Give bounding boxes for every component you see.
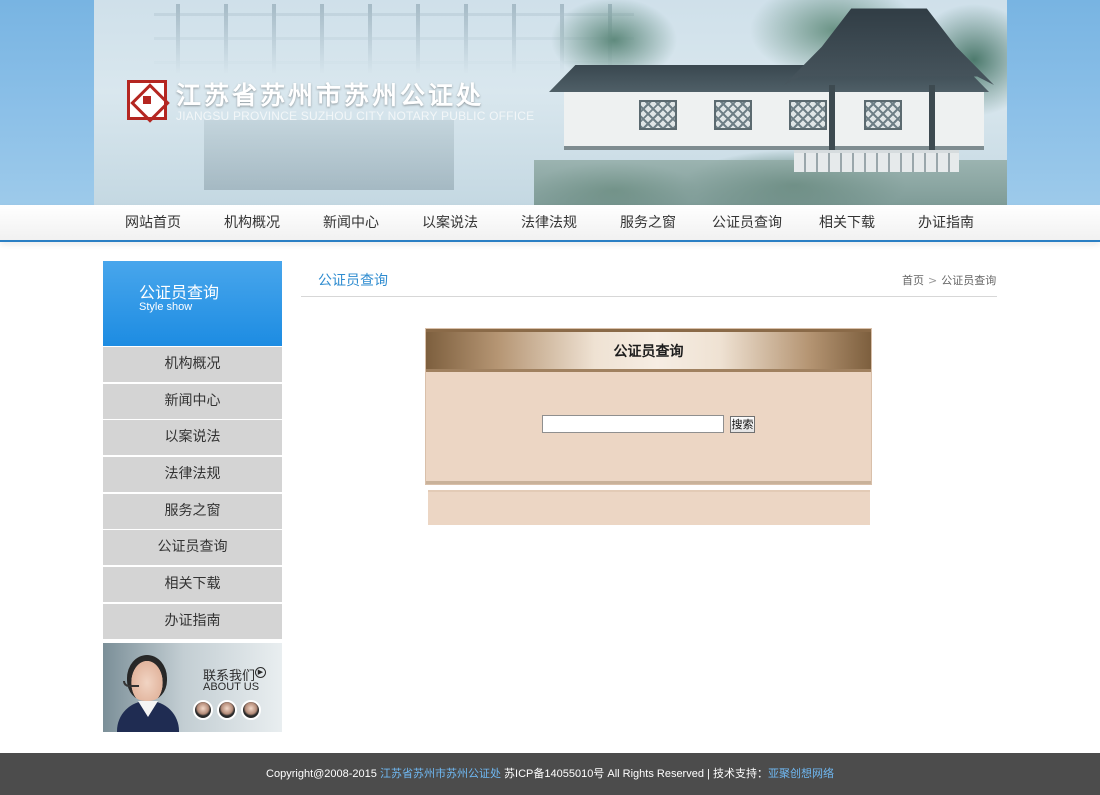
person-avatar-icon [193, 700, 213, 720]
search-panel-header: 公证员查询 [426, 329, 871, 372]
search-panel-divider [426, 481, 871, 484]
contact-subtitle: ABOUT US [203, 681, 260, 693]
nav-item-services[interactable]: 服务之窗 [620, 205, 676, 242]
banner-window [789, 100, 827, 130]
breadcrumb: 首页 > 公证员查询 [902, 272, 996, 288]
banner-window [714, 100, 752, 130]
search-input[interactable] [542, 415, 724, 433]
banner-pillar [929, 85, 935, 160]
footer: Copyright@2008-2015 江苏省苏州市苏州公证处 苏ICP备140… [0, 753, 1100, 795]
breadcrumb-separator: > [928, 274, 938, 287]
footer-support-link[interactable]: 亚聚创想网络 [768, 768, 834, 780]
page-title: 公证员查询 [318, 273, 388, 289]
content-divider [301, 296, 997, 297]
notary-search-panel: 公证员查询 搜索 [425, 328, 872, 485]
banner-window [864, 100, 902, 130]
sidebar-subtitle: Style show [139, 301, 193, 313]
site-subtitle: JIANGSU PROVINCE SUZHOU CITY NOTARY PUBL… [176, 109, 535, 123]
search-panel-title: 公证员查询 [613, 344, 684, 360]
banner-pillar [829, 85, 835, 160]
breadcrumb-current[interactable]: 公证员查询 [941, 274, 996, 287]
sidebar-item-guide[interactable]: 办证指南 [103, 603, 282, 639]
search-results-area [428, 490, 870, 525]
footer-support-label: 技术支持： [712, 768, 768, 780]
nav-item-guide[interactable]: 办证指南 [918, 205, 974, 242]
nav-item-about[interactable]: 机构概况 [224, 205, 280, 242]
sidebar-item-laws[interactable]: 法律法规 [103, 457, 282, 493]
arrow-right-circle-icon: ▶ [255, 667, 266, 678]
site-logo-icon[interactable] [127, 80, 167, 120]
sidebar-item-about[interactable]: 机构概况 [103, 347, 282, 382]
sidebar-header: 公证员查询 Style show [103, 261, 282, 346]
sidebar-item-downloads[interactable]: 相关下载 [103, 567, 282, 603]
headset-icon [123, 681, 139, 687]
footer-divider: | [707, 768, 710, 780]
banner-scenery [204, 120, 454, 190]
nav-item-laws[interactable]: 法律法规 [521, 205, 577, 242]
banner-window [639, 100, 677, 130]
contact-us-banner[interactable]: 联系我们 ▶ ABOUT US [103, 643, 282, 732]
sidebar-item-cases[interactable]: 以案说法 [103, 420, 282, 456]
breadcrumb-home[interactable]: 首页 [902, 274, 924, 287]
sidebar-item-notary-search[interactable]: 公证员查询 [103, 530, 282, 566]
sidebar-item-news[interactable]: 新闻中心 [103, 383, 282, 419]
footer-icp: 苏ICP备14055010号 All Rights Reserved [504, 768, 704, 780]
sidebar-item-services[interactable]: 服务之窗 [103, 493, 282, 529]
nav-item-home[interactable]: 网站首页 [125, 205, 181, 242]
person-avatar-icon [241, 700, 261, 720]
site-title: 江苏省苏州市苏州公证处 [176, 81, 485, 110]
main-nav: 网站首页 机构概况 新闻中心 以案说法 法律法规 服务之窗 公证员查询 相关下载… [0, 205, 1100, 242]
footer-copyright: Copyright@2008-2015 [266, 768, 377, 780]
footer-org-link[interactable]: 江苏省苏州市苏州公证处 [380, 768, 501, 780]
nav-item-downloads[interactable]: 相关下载 [819, 205, 875, 242]
nav-item-cases[interactable]: 以案说法 [422, 205, 478, 242]
contact-agent-avatar [127, 655, 167, 701]
banner-building-wall [564, 90, 984, 150]
banner-railing [794, 150, 959, 172]
nav-item-notary-search[interactable]: 公证员查询 [712, 205, 782, 242]
nav-item-news[interactable]: 新闻中心 [323, 205, 379, 242]
person-avatar-icon [217, 700, 237, 720]
sidebar-menu: 机构概况 新闻中心 以案说法 法律法规 服务之窗 公证员查询 相关下载 办证指南 [103, 347, 282, 641]
search-button[interactable]: 搜索 [730, 416, 755, 433]
sidebar-title: 公证员查询 [139, 283, 220, 302]
